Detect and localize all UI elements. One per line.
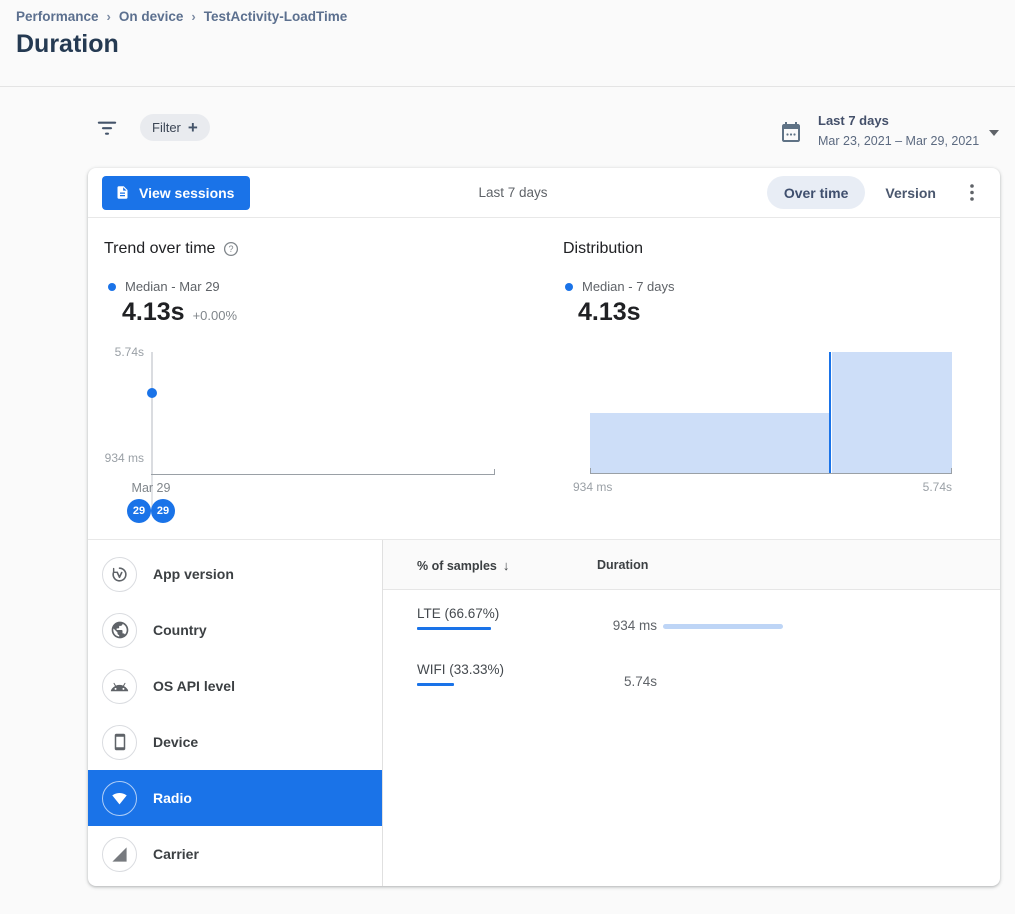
tab-version[interactable]: Version <box>869 185 952 201</box>
distribution-title-row: Distribution <box>563 240 643 258</box>
distribution-legend: Median - 7 days <box>565 279 675 294</box>
android-icon <box>102 669 137 704</box>
tab-over-time[interactable]: Over time <box>767 176 866 209</box>
distribution-x-min-label: 934 ms <box>573 480 612 494</box>
view-sessions-label: View sessions <box>139 185 234 201</box>
histogram-bar <box>832 352 952 473</box>
breadcrumb-on-device[interactable]: On device <box>119 9 184 24</box>
sidebar-item-label: Radio <box>153 790 192 806</box>
view-sessions-button[interactable]: View sessions <box>102 176 250 210</box>
distribution-legend-label: Median - 7 days <box>582 279 675 294</box>
histogram-bar <box>590 413 829 474</box>
trend-legend: Median - Mar 29 <box>108 279 220 294</box>
row-label: LTE (66.67%) <box>417 606 499 630</box>
trend-delta: +0.00% <box>193 308 237 323</box>
sidebar-item-carrier[interactable]: Carrier <box>88 826 382 882</box>
wifi-icon <box>102 781 137 816</box>
table-row-lte: LTE (66.67%) 934 ms <box>383 590 1000 646</box>
help-icon[interactable]: ? <box>223 241 239 257</box>
filter-list-icon[interactable] <box>96 118 118 138</box>
breakdown-table: % of samples↓ Duration LTE (66.67%) 934 … <box>383 540 1000 886</box>
trend-data-point <box>147 388 157 398</box>
distribution-x-max-label: 5.74s <box>902 480 952 494</box>
date-range-label: Last 7 days <box>818 113 889 128</box>
sidebar-item-country[interactable]: Country <box>88 602 382 658</box>
row-duration: 934 ms <box>563 618 657 633</box>
pct-underline-bar <box>417 683 454 686</box>
breadcrumb-separator: › <box>191 9 195 24</box>
calendar-icon <box>779 119 803 145</box>
sidebar-item-app-version[interactable]: App version <box>88 546 382 602</box>
trend-x-tick-label: Mar 29 <box>121 481 181 495</box>
filter-chip-label: Filter <box>152 120 181 135</box>
column-header-duration: Duration <box>597 558 648 572</box>
row-label: WIFI (33.33%) <box>417 662 504 686</box>
duration-bar <box>663 624 783 629</box>
breadcrumb-separator: › <box>107 9 111 24</box>
chevron-down-icon[interactable] <box>989 130 999 136</box>
distribution-histogram <box>590 352 952 473</box>
trend-chart <box>151 352 495 475</box>
trend-value-row: 4.13s +0.00% <box>122 298 237 327</box>
sidebar-item-label: Device <box>153 734 198 750</box>
date-range-dates: Mar 23, 2021 – Mar 29, 2021 <box>818 134 979 148</box>
plus-icon: + <box>188 119 198 136</box>
globe-icon <box>102 613 137 648</box>
date-range-picker[interactable]: Last 7 days Mar 23, 2021 – Mar 29, 2021 <box>775 110 1001 156</box>
pct-underline-bar <box>417 627 491 630</box>
row-duration: 5.74s <box>563 674 657 689</box>
table-row-wifi: WIFI (33.33%) 5.74s <box>383 646 1000 702</box>
trend-legend-label: Median - Mar 29 <box>125 279 220 294</box>
range-slider-handle-left[interactable]: 29 <box>127 499 151 523</box>
distribution-median-value: 4.13s <box>578 298 641 327</box>
breakdown-section: App version Country OS API level Device <box>88 540 1000 886</box>
sidebar-item-device[interactable]: Device <box>88 714 382 770</box>
trend-y-max-label: 5.74s <box>88 345 144 359</box>
breadcrumb: Performance › On device › TestActivity-L… <box>16 9 347 24</box>
column-header-samples[interactable]: % of samples↓ <box>417 558 509 573</box>
duration-card: View sessions Last 7 days Over time Vers… <box>88 168 1000 886</box>
charts-section: Trend over time ? Median - Mar 29 4.13s … <box>88 218 1000 540</box>
median-line <box>829 352 831 473</box>
range-slider-handle-right[interactable]: 29 <box>151 499 175 523</box>
svg-text:?: ? <box>229 244 234 254</box>
period-label: Last 7 days <box>443 185 583 200</box>
sidebar-item-label: OS API level <box>153 678 235 694</box>
trend-title: Trend over time <box>104 240 215 258</box>
sort-descending-icon: ↓ <box>503 558 510 573</box>
trend-x-axis <box>151 474 495 475</box>
breadcrumb-performance[interactable]: Performance <box>16 9 99 24</box>
smartphone-icon <box>102 725 137 760</box>
document-icon <box>115 184 130 201</box>
filter-chip[interactable]: Filter + <box>140 114 210 141</box>
page-title: Duration <box>16 30 119 59</box>
legend-dot-icon <box>108 283 116 291</box>
table-header: % of samples↓ Duration <box>383 540 1000 590</box>
distribution-title: Distribution <box>563 240 643 258</box>
breakdown-sidebar: App version Country OS API level Device <box>88 540 383 886</box>
distribution-x-axis <box>590 473 952 474</box>
app-version-icon <box>102 557 137 592</box>
distribution-value-row: 4.13s <box>578 298 641 327</box>
sidebar-item-radio[interactable]: Radio <box>88 770 382 826</box>
trend-title-row: Trend over time ? <box>104 240 239 258</box>
header-divider <box>0 86 1015 87</box>
card-header: View sessions Last 7 days Over time Vers… <box>88 168 1000 218</box>
breadcrumb-trace-name[interactable]: TestActivity-LoadTime <box>204 9 348 24</box>
cellular-signal-icon <box>102 837 137 872</box>
sidebar-item-os-api-level[interactable]: OS API level <box>88 658 382 714</box>
trend-median-value: 4.13s <box>122 298 185 327</box>
trend-y-min-label: 934 ms <box>88 451 144 465</box>
sidebar-item-label: Carrier <box>153 846 199 862</box>
trend-axis-vline <box>151 352 153 475</box>
more-options-icon[interactable] <box>958 179 986 207</box>
legend-dot-icon <box>565 283 573 291</box>
sidebar-item-label: Country <box>153 622 207 638</box>
sidebar-item-label: App version <box>153 566 234 582</box>
